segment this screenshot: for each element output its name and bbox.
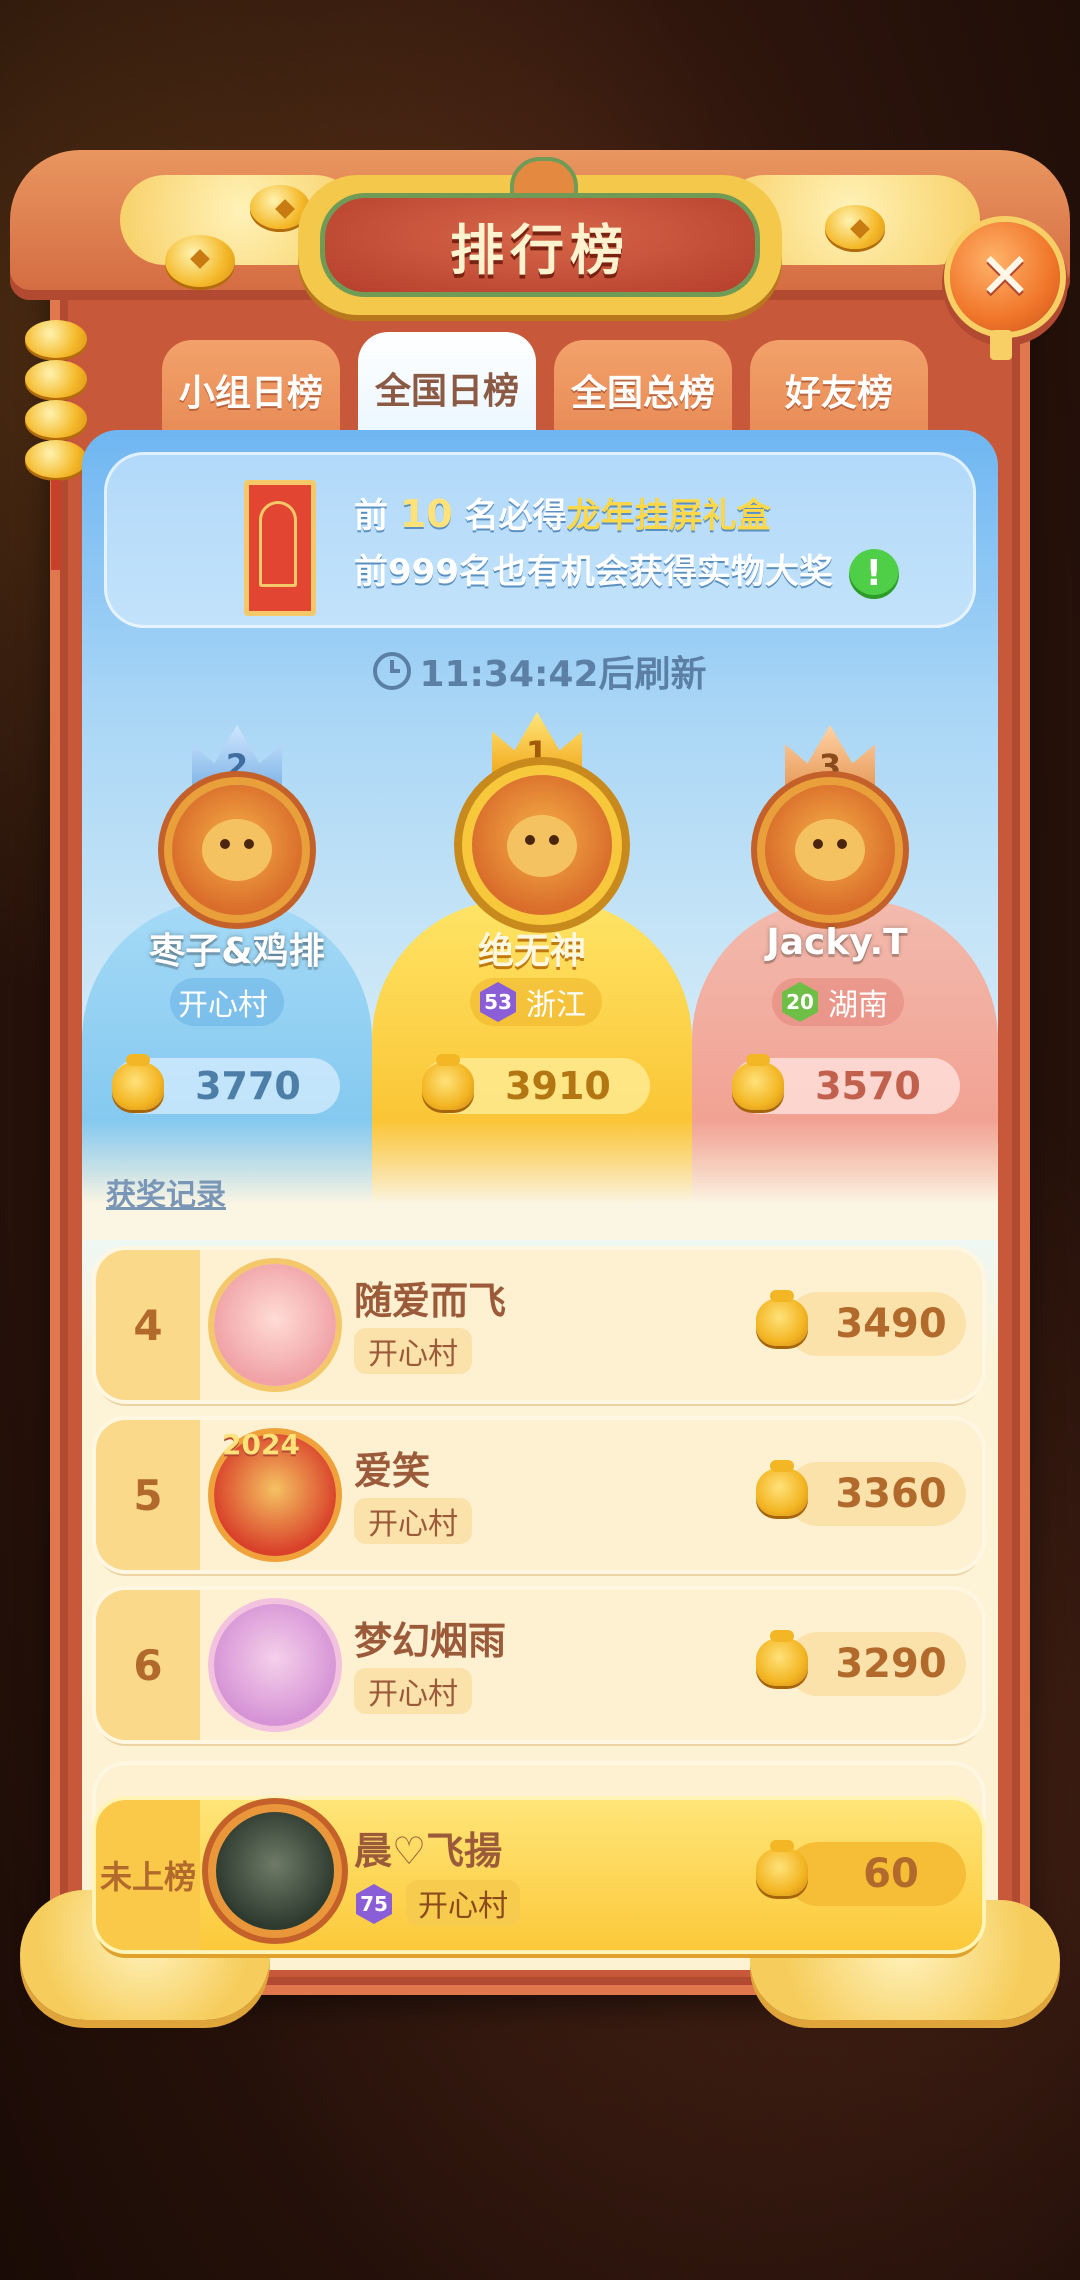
location-label: 浙江 xyxy=(526,988,586,1023)
reward-announcement: 前 10 名必得龙年挂屏礼盒 前999名也有机会获得实物大奖 ! xyxy=(104,452,976,628)
rank-number: 6 xyxy=(96,1590,200,1740)
announcement-number: 10 xyxy=(399,492,453,536)
gold-bag-icon xyxy=(422,1054,474,1110)
podium-location-third: 20 湖南 xyxy=(772,978,904,1026)
player-avatar[interactable] xyxy=(214,1604,336,1726)
close-icon: ✕ xyxy=(978,240,1032,314)
player-location: 开心村 xyxy=(354,1668,472,1714)
close-button[interactable]: ✕ xyxy=(950,222,1060,332)
announcement-line-2: 前999名也有机会获得实物大奖 ! xyxy=(354,544,899,599)
hanging-coins-decor xyxy=(25,320,87,570)
refresh-time: 11:34:42 xyxy=(419,654,599,695)
player-score: 3360 xyxy=(786,1462,966,1526)
gold-bag-icon xyxy=(732,1054,784,1110)
podium-avatar-second[interactable] xyxy=(172,785,302,915)
tab-national-daily[interactable]: 全国日榜 xyxy=(358,332,536,444)
close-tassel-decor xyxy=(990,330,1012,360)
podium-rank: 3 xyxy=(818,747,842,785)
player-score: 3290 xyxy=(786,1632,966,1696)
podium-avatar-third[interactable] xyxy=(765,785,895,915)
podium-avatar-first[interactable] xyxy=(472,775,612,915)
list-item[interactable]: 5 2024 爱笑 开心村 3360 xyxy=(96,1420,982,1570)
announcement-line-2-text: 前999名也有机会获得实物大奖 xyxy=(354,552,833,592)
my-name: 晨♡飞揚 xyxy=(354,1829,503,1873)
player-location: 开心村 xyxy=(354,1328,472,1374)
gold-bag-icon xyxy=(756,1290,808,1346)
podium-location-first: 53 浙江 xyxy=(470,978,602,1026)
podium-name-first: 绝无神 xyxy=(477,931,586,972)
podium-rank: 2 xyxy=(225,747,249,785)
location-label: 开心村 xyxy=(178,988,268,1023)
announcement-prefix: 前 xyxy=(354,496,388,536)
page-title: 排行榜 xyxy=(450,218,630,282)
decor-coin-icon xyxy=(165,235,235,287)
decor-coin-icon xyxy=(825,205,885,249)
podium-rank: 1 xyxy=(525,734,549,772)
level-badge-icon: 75 xyxy=(356,1884,392,1924)
player-name: 梦幻烟雨 xyxy=(354,1619,507,1663)
my-location: 开心村 xyxy=(406,1880,520,1926)
info-icon[interactable]: ! xyxy=(848,548,899,599)
my-score: 60 xyxy=(786,1842,966,1906)
player-score: 3490 xyxy=(786,1292,966,1356)
player-location: 开心村 xyxy=(354,1498,472,1544)
podium-name-third: Jacky.T xyxy=(766,922,908,963)
podium-name-second: 枣子&鸡排 xyxy=(149,931,325,972)
tab-national-total[interactable]: 全国总榜 xyxy=(554,340,732,440)
my-rank-label: 未上榜 xyxy=(96,1800,200,1950)
list-item[interactable]: 4 随爱而飞 开心村 3490 xyxy=(96,1250,982,1400)
gold-bag-icon xyxy=(756,1840,808,1896)
my-rank-row[interactable]: 未上榜 晨♡飞揚 75 开心村 60 xyxy=(96,1800,982,1950)
prize-scroll-icon xyxy=(244,480,316,616)
avatar-year-badge: 2024 xyxy=(222,1428,300,1461)
location-label: 湖南 xyxy=(828,988,888,1023)
score-value: 3570 xyxy=(815,1064,921,1108)
player-name: 随爱而飞 xyxy=(354,1279,507,1323)
rank-number: 5 xyxy=(96,1420,200,1570)
player-name: 爱笑 xyxy=(354,1449,431,1493)
tab-friends[interactable]: 好友榜 xyxy=(750,340,928,440)
rank-number: 4 xyxy=(96,1250,200,1400)
gold-bag-icon xyxy=(112,1054,164,1110)
title-plaque: 排行榜 xyxy=(298,157,782,315)
level-badge-icon: 53 xyxy=(480,982,516,1022)
score-value: 3770 xyxy=(195,1064,301,1108)
announcement-prize: 龙年挂屏礼盒 xyxy=(566,496,771,536)
my-avatar[interactable] xyxy=(216,1812,334,1930)
podium-location-second: 开心村 xyxy=(170,978,284,1026)
award-record-link[interactable]: 获奖记录 xyxy=(106,1170,226,1214)
gold-bag-icon xyxy=(756,1460,808,1516)
leaderboard-content: 前 10 名必得龙年挂屏礼盒 前999名也有机会获得实物大奖 ! 11:34:4… xyxy=(82,430,998,1970)
silver-crown-icon: 2 xyxy=(192,725,282,789)
bronze-crown-icon: 3 xyxy=(785,725,875,789)
refresh-suffix: 后刷新 xyxy=(598,654,707,695)
clock-icon xyxy=(373,652,412,690)
player-avatar[interactable] xyxy=(214,1264,336,1386)
tab-group-daily[interactable]: 小组日榜 xyxy=(162,340,340,440)
announcement-mid: 名必得 xyxy=(464,496,567,536)
level-badge-icon: 20 xyxy=(782,982,818,1022)
list-item[interactable]: 6 梦幻烟雨 开心村 3290 xyxy=(96,1590,982,1740)
announcement-line-1: 前 10 名必得龙年挂屏礼盒 xyxy=(354,488,771,537)
gold-crown-icon: 1 xyxy=(492,712,582,776)
gold-bag-icon xyxy=(756,1630,808,1686)
refresh-timer: 11:34:42后刷新 xyxy=(82,645,998,697)
player-avatar[interactable]: 2024 xyxy=(214,1428,336,1556)
score-value: 3910 xyxy=(505,1064,611,1108)
